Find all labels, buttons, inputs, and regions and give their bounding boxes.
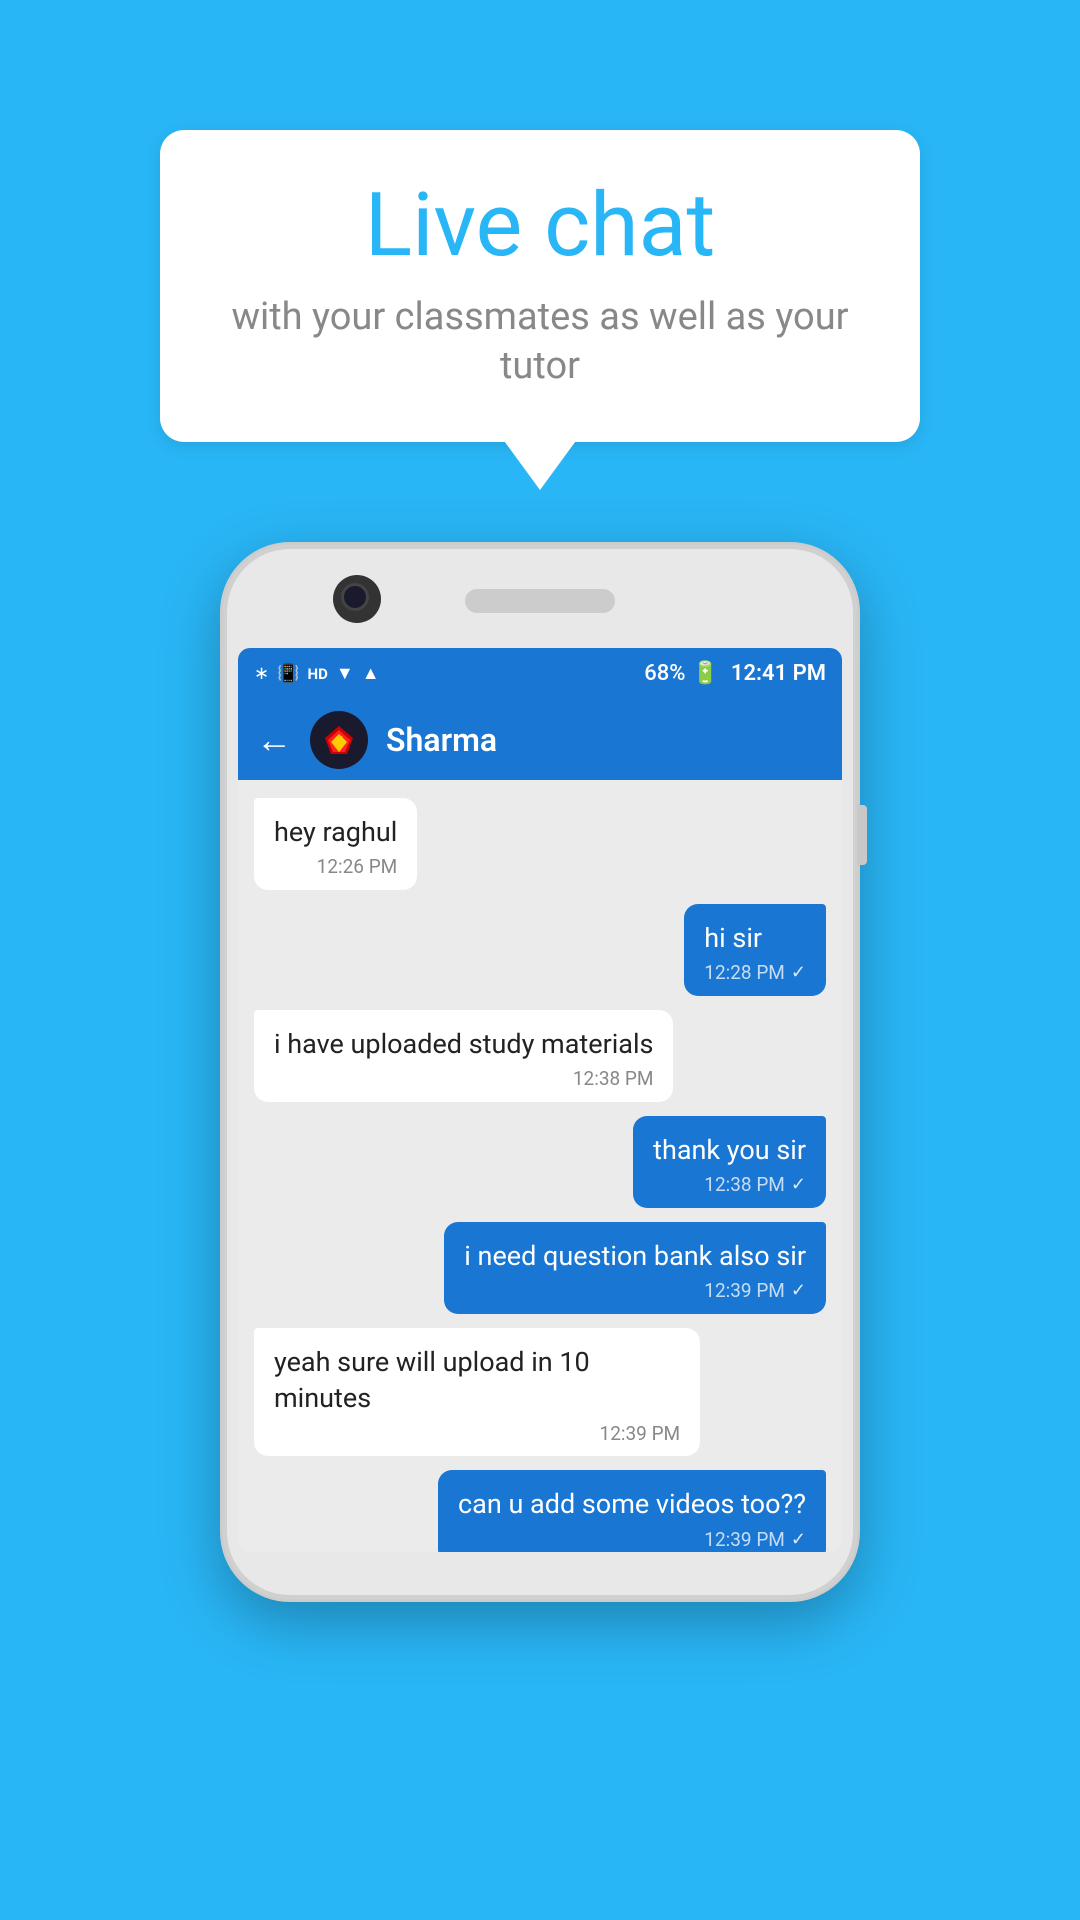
message-4: thank you sir 12:38 PM ✓ [633,1116,826,1208]
message-1: hey raghul 12:26 PM [254,798,417,890]
message-text: hi sir [704,920,806,956]
message-time: 12:38 PM [704,1172,785,1198]
message-meta: 12:28 PM ✓ [704,960,806,986]
message-meta: 12:39 PM ✓ [458,1527,806,1552]
signal-icon: ▲ [362,663,380,684]
message-7: can u add some videos too?? 12:39 PM ✓ [438,1470,826,1551]
message-time: 12:38 PM [573,1066,654,1092]
message-text: yeah sure will upload in 10 minutes [274,1344,680,1417]
message-5: i need question bank also sir 12:39 PM ✓ [444,1222,826,1314]
back-button[interactable]: ← [256,719,292,761]
check-icon: ✓ [791,1279,806,1303]
phone-side-button [857,805,867,865]
message-meta: 12:39 PM [274,1421,680,1447]
wifi-icon: ▼ [336,663,354,684]
message-time: 12:28 PM [704,960,785,986]
message-meta: 12:38 PM ✓ [653,1172,806,1198]
phone-mockup: ∗ 📳 HD ▼ ▲ 68% 🔋 12:41 PM ← [220,542,860,1602]
phone-camera [333,575,381,623]
superman-logo-icon: S [317,718,361,762]
status-right-area: 68% 🔋 12:41 PM [644,661,826,686]
battery-percent: 68% [644,661,685,686]
vibrate-icon: 📳 [277,663,299,684]
battery-icon: 🔋 [691,661,718,686]
hd-icon: HD [308,665,328,683]
message-time: 12:39 PM [600,1421,681,1447]
bluetooth-icon: ∗ [254,663,269,684]
message-meta: 12:26 PM [274,854,397,880]
avatar: S [310,711,368,769]
phone-screen: ∗ 📳 HD ▼ ▲ 68% 🔋 12:41 PM ← [238,648,842,1552]
phone-speaker [465,589,615,613]
promo-subtitle: with your classmates as well as your tut… [216,293,864,392]
message-meta: 12:38 PM [274,1066,653,1092]
promo-title: Live chat [216,178,864,275]
promo-card: Live chat with your classmates as well a… [160,130,920,442]
message-meta: 12:39 PM ✓ [464,1278,806,1304]
status-time: 12:41 PM [731,661,826,686]
message-text: hey raghul [274,814,397,850]
check-icon: ✓ [791,1528,806,1552]
message-6: yeah sure will upload in 10 minutes 12:3… [254,1328,700,1457]
check-icon: ✓ [791,1173,806,1197]
check-icon: ✓ [791,961,806,985]
chat-messages: hey raghul 12:26 PM hi sir 12:28 PM ✓ i … [238,780,842,1552]
message-2: hi sir 12:28 PM ✓ [684,904,826,996]
status-left-icons: ∗ 📳 HD ▼ ▲ [254,663,380,684]
message-text: can u add some videos too?? [458,1486,806,1522]
message-time: 12:39 PM [704,1527,785,1552]
message-3: i have uploaded study materials 12:38 PM [254,1010,673,1102]
message-text: i need question bank also sir [464,1238,806,1274]
status-bar: ∗ 📳 HD ▼ ▲ 68% 🔋 12:41 PM [238,648,842,700]
contact-name: Sharma [386,721,497,759]
message-time: 12:39 PM [704,1278,785,1304]
message-text: thank you sir [653,1132,806,1168]
message-text: i have uploaded study materials [274,1026,653,1062]
chat-header: ← S Sharma [238,700,842,780]
message-time: 12:26 PM [317,854,398,880]
svg-text:S: S [334,732,344,752]
